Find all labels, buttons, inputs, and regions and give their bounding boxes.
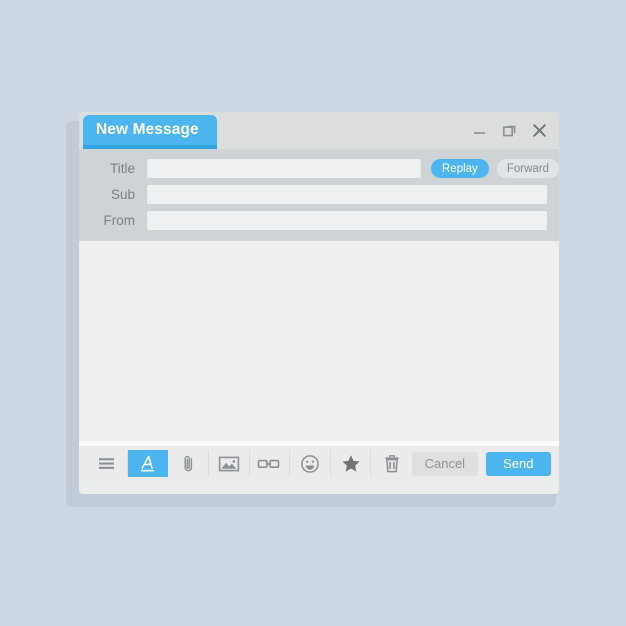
paperclip-icon [184,455,192,471]
menu-button[interactable] [87,450,128,477]
message-fields-panel: Title Replay Forward Sub From [79,149,559,241]
trash-icon [385,454,399,472]
field-row-from: From [91,211,547,230]
link-icon [258,459,280,468]
tab-new-message[interactable]: New Message [83,115,217,149]
maximize-button[interactable] [501,122,518,139]
cancel-button-label: Cancel [424,456,466,471]
text-format-a-icon [140,455,154,471]
field-label-sub: Sub [110,187,135,202]
new-message-window: New Message Title Replay Forward Sub Fro… [79,112,559,494]
field-label-from: From [103,213,136,228]
from-input[interactable] [147,211,547,230]
close-icon [533,124,546,137]
favorite-button[interactable] [331,450,372,477]
text-format-button[interactable] [127,450,169,477]
window-controls [471,112,548,149]
attachment-button[interactable] [168,450,209,477]
minimize-button[interactable] [471,122,488,139]
insert-link-button[interactable] [250,450,291,477]
delete-button[interactable] [371,450,412,477]
cancel-button[interactable]: Cancel [412,451,478,476]
emoji-button[interactable] [290,450,331,477]
field-label-title: Title [109,161,135,176]
image-icon [218,456,239,471]
title-input[interactable] [147,159,421,178]
message-body-input[interactable] [79,241,559,441]
forward-button-label: Forward [506,162,549,175]
tab-new-message-label: New Message [96,121,199,138]
hamburger-menu-icon [99,458,115,469]
composer-toolbar: Cancel Send [79,446,559,481]
insert-image-button[interactable] [209,450,250,477]
star-icon [342,455,360,472]
minimize-icon [474,132,485,134]
send-button[interactable]: Send [485,451,551,476]
send-button-label: Send [503,456,534,471]
window-titlebar: New Message [79,112,559,149]
replay-button-label: Replay [442,162,478,175]
forward-button[interactable]: Forward [496,159,559,178]
sub-input[interactable] [147,185,547,204]
field-row-title: Title Replay Forward [91,159,559,178]
smiley-icon [301,454,319,473]
field-row-sub: Sub [91,185,547,204]
replay-button[interactable]: Replay [431,159,489,178]
close-button[interactable] [531,122,548,139]
maximize-icon [502,125,516,137]
